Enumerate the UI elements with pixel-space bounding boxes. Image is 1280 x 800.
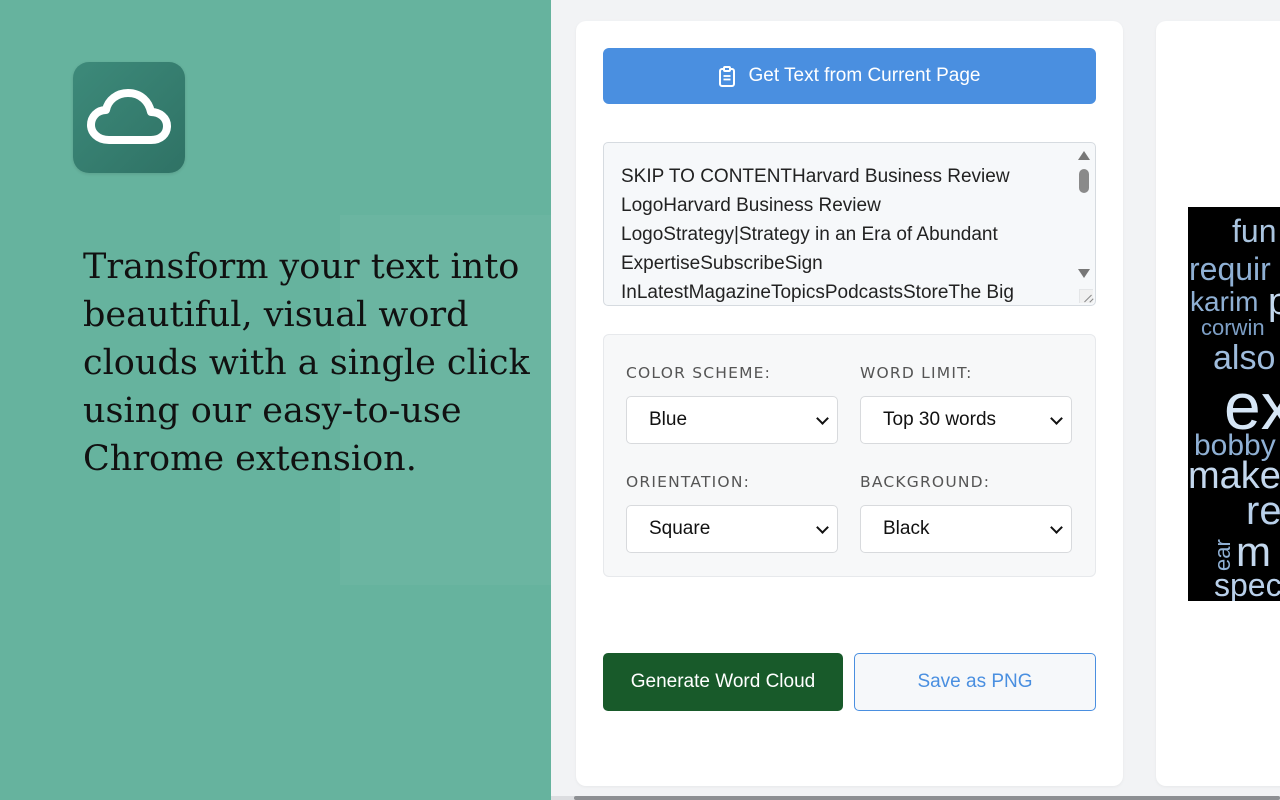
orientation-label: ORIENTATION: <box>626 473 751 491</box>
text-scrollbar[interactable] <box>1075 143 1095 305</box>
chevron-down-icon <box>1050 412 1063 425</box>
orientation-select[interactable]: Square <box>626 505 838 553</box>
word-cloud-word: p <box>1268 281 1280 323</box>
word-cloud-word: corwin <box>1201 315 1265 340</box>
word-limit-value: Top 30 words <box>883 409 997 430</box>
word-limit-select[interactable]: Top 30 words <box>860 396 1072 444</box>
save-png-button[interactable]: Save as PNG <box>854 653 1096 711</box>
scroll-thumb[interactable] <box>1079 169 1089 193</box>
scroll-up-icon[interactable] <box>1078 151 1090 160</box>
word-cloud-word: karim <box>1190 286 1259 317</box>
chevron-down-icon <box>1050 521 1063 534</box>
color-scheme-label: COLOR SCHEME: <box>626 364 772 382</box>
tagline: Transform your text into beautiful, visu… <box>83 247 530 479</box>
background-select[interactable]: Black <box>860 505 1072 553</box>
get-text-label: Get Text from Current Page <box>748 65 981 86</box>
options-panel: COLOR SCHEME: Blue WORD LIMIT: Top 30 wo… <box>603 334 1096 577</box>
chevron-down-icon <box>816 521 829 534</box>
background-value: Black <box>883 518 930 539</box>
horizontal-scrollbar[interactable] <box>551 796 1280 800</box>
color-scheme-select[interactable]: Blue <box>626 396 838 444</box>
get-text-button[interactable]: Get Text from Current Page <box>603 48 1096 104</box>
generate-word-cloud-button[interactable]: Generate Word Cloud <box>603 653 843 711</box>
word-cloud-word: fun <box>1232 213 1277 249</box>
word-cloud-word: requir <box>1189 251 1271 287</box>
promo-panel: Transform your text into beautiful, visu… <box>0 0 551 800</box>
word-cloud-word: spec <box>1214 567 1280 601</box>
chevron-down-icon <box>816 412 829 425</box>
cloud-icon <box>87 88 171 144</box>
background-label: BACKGROUND: <box>860 473 991 491</box>
text-input[interactable]: SKIP TO CONTENTHarvard Business Review L… <box>603 142 1096 306</box>
clipboard-icon <box>718 65 735 87</box>
word-cloud-word: re <box>1246 489 1280 533</box>
orientation-value: Square <box>649 518 711 539</box>
text-input-content: SKIP TO CONTENTHarvard Business Review L… <box>621 166 1014 303</box>
color-scheme-value: Blue <box>649 409 688 430</box>
word-limit-label: WORD LIMIT: <box>860 364 973 382</box>
horizontal-scroll-thumb[interactable] <box>574 796 1280 800</box>
resize-handle-icon[interactable] <box>1079 289 1093 303</box>
word-cloud-preview: fun requir karim p corwin also ex bobby … <box>1188 207 1280 601</box>
app-logo <box>73 62 185 173</box>
scroll-down-icon[interactable] <box>1078 269 1090 278</box>
